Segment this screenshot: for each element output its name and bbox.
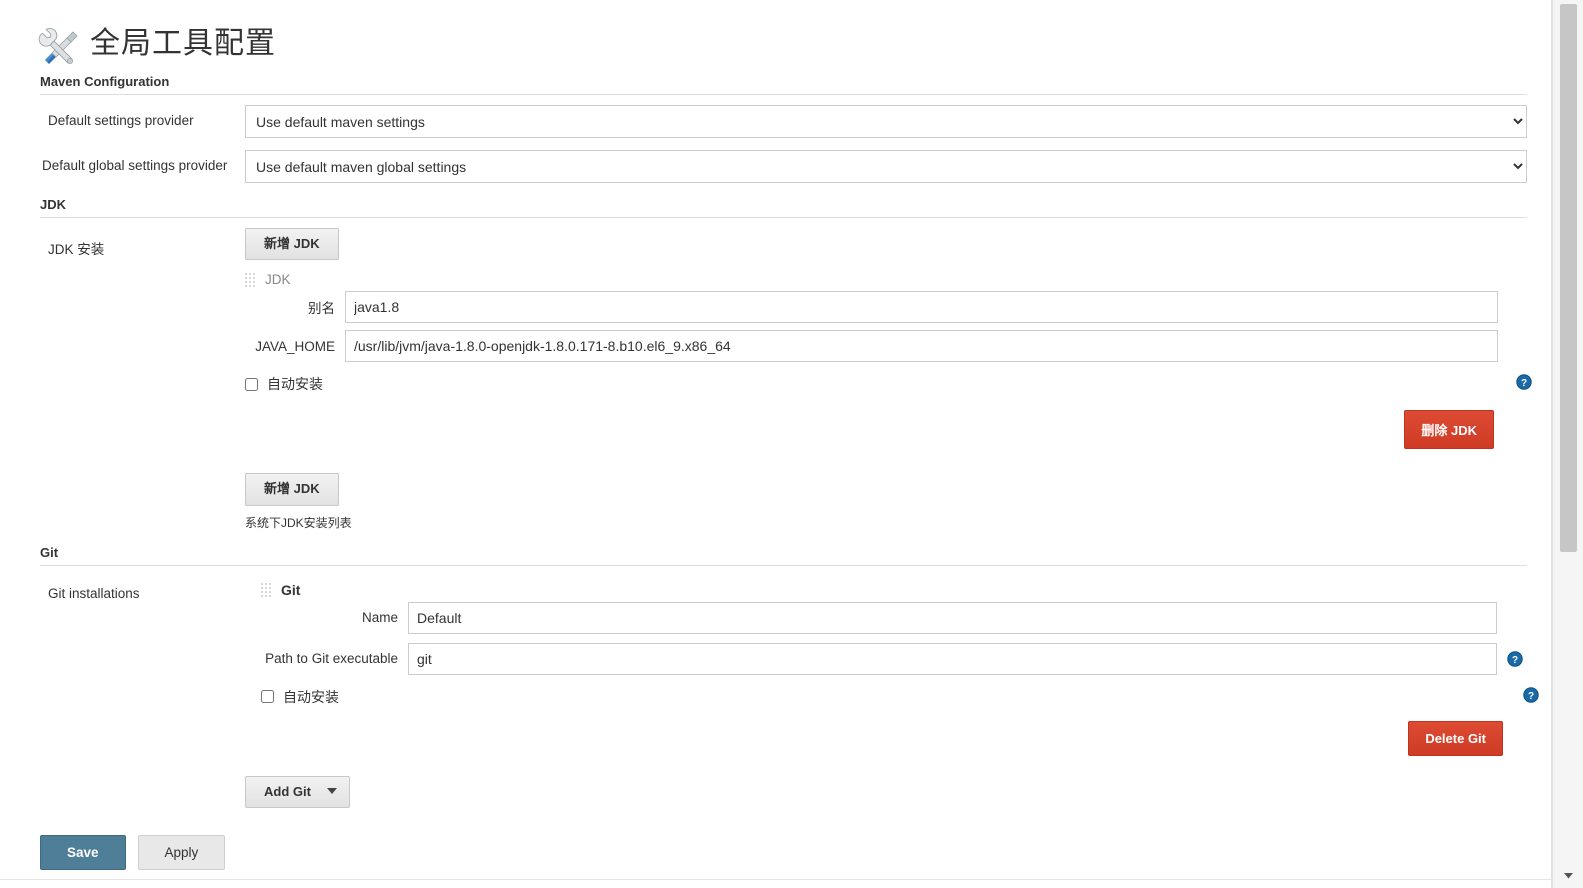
java-home-label: JAVA_HOME — [255, 338, 335, 354]
java-home-input[interactable] — [345, 330, 1498, 363]
java-home-row: JAVA_HOME — [245, 330, 1527, 363]
git-installations-label: Git installations — [48, 585, 140, 601]
default-settings-provider-select[interactable]: Use default maven settings — [245, 105, 1527, 138]
delete-jdk-button[interactable]: 删除 JDK — [1404, 410, 1494, 450]
add-jdk-button-top[interactable]: 新增 JDK — [245, 228, 339, 261]
help-icon[interactable]: ? — [1516, 374, 1532, 390]
svg-text:?: ? — [1512, 654, 1518, 665]
default-global-settings-provider-select[interactable]: Use default maven global settings — [245, 150, 1527, 183]
wrench-screwdriver-icon — [38, 28, 78, 65]
git-section-title: Git — [40, 544, 59, 560]
jdk-alias-row: 别名 — [245, 291, 1527, 324]
page-title: 全局工具配置 — [90, 26, 276, 61]
help-icon[interactable]: ? — [1507, 650, 1523, 667]
jdk-section: JDK JDK 安装 新增 JDK JDK 别名 java1.8 JAVA_HO… — [40, 197, 1532, 531]
help-icon[interactable]: ? — [1523, 686, 1539, 703]
svg-text:?: ? — [1528, 690, 1534, 701]
jdk-auto-install-row: 自动安装 ? — [245, 374, 1532, 394]
maven-section-divider — [40, 94, 1527, 95]
maven-section: Maven Configuration Default settings pro… — [40, 74, 1527, 183]
jdk-alias-label: 别名 — [308, 301, 335, 317]
chevron-down-icon — [326, 788, 337, 795]
git-entry-header: Git — [245, 582, 1527, 598]
jdk-section-divider — [40, 217, 1527, 218]
global-tool-configuration-page: 全局工具配置 Maven Configuration Default setti… — [0, 0, 1583, 888]
git-section: Git Git installations Git Name Default P… — [40, 544, 1539, 808]
footer-divider — [0, 879, 1551, 880]
git-section-divider — [40, 564, 1527, 566]
git-path-label: Path to Git executable — [265, 651, 398, 667]
git-path-row: Path to Git executable ? — [245, 642, 1527, 675]
jdk-alias-input[interactable] — [345, 291, 1498, 324]
scrollbar-thumb[interactable] — [1560, 4, 1577, 552]
default-settings-provider-label: Default settings provider — [48, 113, 194, 128]
add-git-button-label: Add Git — [264, 783, 311, 799]
save-button[interactable]: Save — [40, 835, 126, 870]
git-name-input[interactable] — [408, 601, 1497, 634]
svg-text:?: ? — [1521, 378, 1527, 389]
jdk-installations-row: JDK 安装 新增 JDK JDK 别名 java1.8 JAVA_HOME /… — [40, 228, 1532, 531]
git-name-row: Name — [245, 601, 1527, 634]
git-delete-row: Delete Git — [245, 720, 1527, 756]
page-content: 全局工具配置 Maven Configuration Default setti… — [0, 0, 1552, 888]
git-auto-install-label: 自动安装 — [283, 688, 339, 705]
default-settings-provider-row: Default settings provider Use default ma… — [40, 105, 1527, 138]
chevron-down-icon — [1564, 873, 1573, 879]
jdk-delete-row: 删除 JDK — [245, 410, 1527, 450]
git-add-row: Add Git — [245, 775, 1527, 808]
jdk-auto-install-checkbox[interactable] — [245, 377, 258, 391]
git-path-input[interactable] — [408, 642, 1497, 675]
maven-section-title: Maven Configuration — [40, 74, 170, 89]
git-auto-install-row: 自动安装 ? — [245, 686, 1539, 707]
default-global-settings-provider-label: Default global settings provider — [42, 158, 228, 173]
default-global-settings-provider-row: Default global settings provider Use def… — [40, 150, 1527, 183]
jdk-list-note: 系统下JDK安装列表 — [245, 515, 352, 530]
drag-handle-icon[interactable] — [245, 272, 257, 287]
git-name-label: Name — [361, 610, 398, 626]
page-header: 全局工具配置 — [0, 0, 1551, 74]
page-scrollbar[interactable] — [1552, 0, 1583, 888]
form-action-bar: Save Apply — [40, 835, 226, 870]
apply-button[interactable]: Apply — [137, 835, 226, 870]
jdk-auto-install-label: 自动安装 — [267, 376, 323, 393]
jdk-installations-label: JDK 安装 — [48, 242, 105, 257]
git-installations-row: Git installations Git Name Default Path … — [40, 576, 1539, 808]
git-auto-install-checkbox[interactable] — [261, 690, 274, 704]
git-entry-name: Git — [281, 581, 301, 598]
jdk-entry-header: JDK — [245, 272, 1527, 287]
scrollbar-down-arrow[interactable] — [1553, 866, 1583, 886]
add-jdk-button-bottom[interactable]: 新增 JDK — [245, 473, 339, 506]
add-git-button[interactable]: Add Git — [245, 775, 350, 808]
drag-handle-icon[interactable] — [261, 582, 273, 597]
jdk-entry-name: JDK — [265, 272, 291, 288]
jdk-section-title: JDK — [40, 197, 67, 212]
jdk-add-bottom-row: 新增 JDK 系统下JDK安装列表 — [245, 473, 1527, 530]
delete-git-button[interactable]: Delete Git — [1408, 720, 1503, 756]
